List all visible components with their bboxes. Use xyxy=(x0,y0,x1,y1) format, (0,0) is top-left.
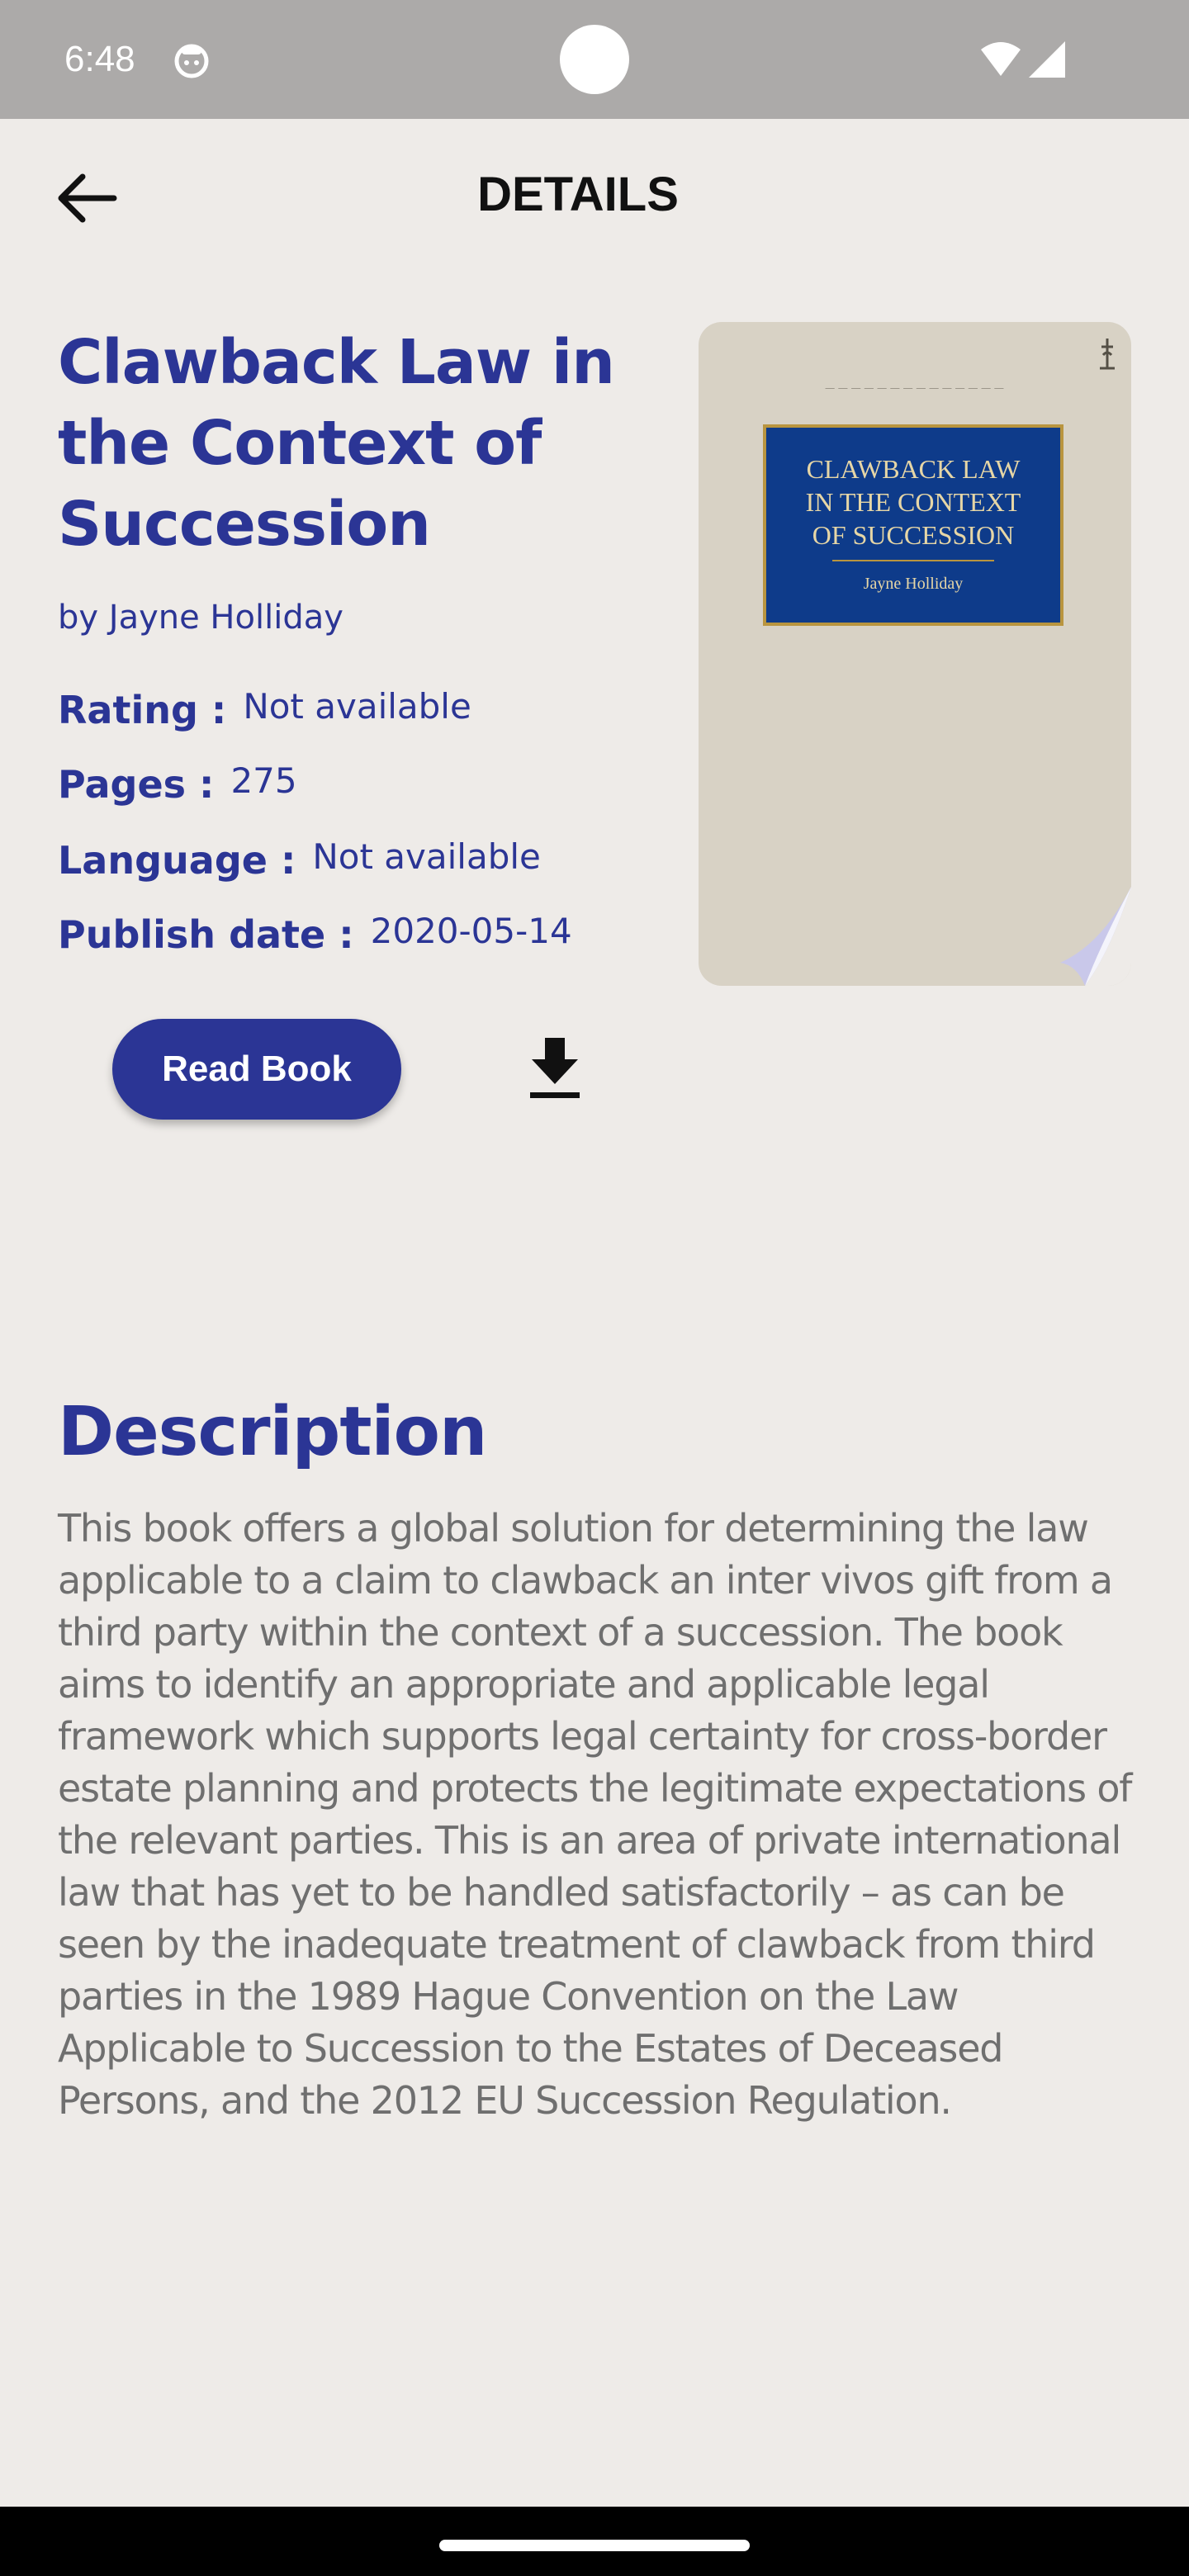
home-indicator[interactable] xyxy=(439,2540,750,2551)
camera-cutout xyxy=(560,25,629,94)
language-row: Language : Not available xyxy=(58,836,541,885)
page-curl-icon xyxy=(1060,887,1131,986)
app-bar: DETAILS xyxy=(0,119,1189,264)
page-title: DETAILS xyxy=(477,168,679,221)
description-heading: Description xyxy=(58,1393,487,1471)
rating-value: Not available xyxy=(243,686,471,727)
download-icon xyxy=(530,1038,580,1098)
status-time: 6:48 xyxy=(64,39,135,79)
publish-date-value: 2020-05-14 xyxy=(370,911,572,951)
pages-label: Pages : xyxy=(58,762,215,807)
cover-title: CLAWBACK LAW IN THE CONTEXT OF SUCCESSIO… xyxy=(805,454,1021,550)
book-cover: — — — — — — — — — — — — — — CLAWBACK LAW… xyxy=(699,322,1131,986)
description-text: This book offers a global solution for d… xyxy=(58,1506,1132,2123)
rating-label: Rating : xyxy=(58,688,227,732)
publish-date-row: Publish date : 2020-05-14 xyxy=(58,910,572,959)
rating-row: Rating : Not available xyxy=(58,685,471,735)
cover-author: Jayne Holliday xyxy=(863,575,964,593)
notification-icon xyxy=(174,44,209,78)
book-title: Clawback Law in the Context of Successio… xyxy=(58,327,615,560)
status-bar: 6:48 xyxy=(0,0,1189,119)
pages-row: Pages : 275 xyxy=(58,760,297,809)
publish-date-label: Publish date : xyxy=(58,912,354,957)
signal-icon xyxy=(1029,41,1065,78)
download-button[interactable] xyxy=(520,1030,590,1105)
publisher-logo-icon xyxy=(1100,339,1115,370)
read-book-button[interactable]: Read Book xyxy=(112,1019,401,1120)
cover-title-panel: CLAWBACK LAW IN THE CONTEXT OF SUCCESSIO… xyxy=(763,424,1063,626)
book-author: by Jayne Holliday xyxy=(58,599,343,637)
wifi-icon xyxy=(981,42,1021,76)
language-value: Not available xyxy=(312,836,541,877)
cover-series-line: — — — — — — — — — — — — — — xyxy=(825,383,1005,393)
pages-value: 275 xyxy=(230,760,297,801)
language-label: Language : xyxy=(58,838,296,883)
cover-divider xyxy=(832,560,994,561)
